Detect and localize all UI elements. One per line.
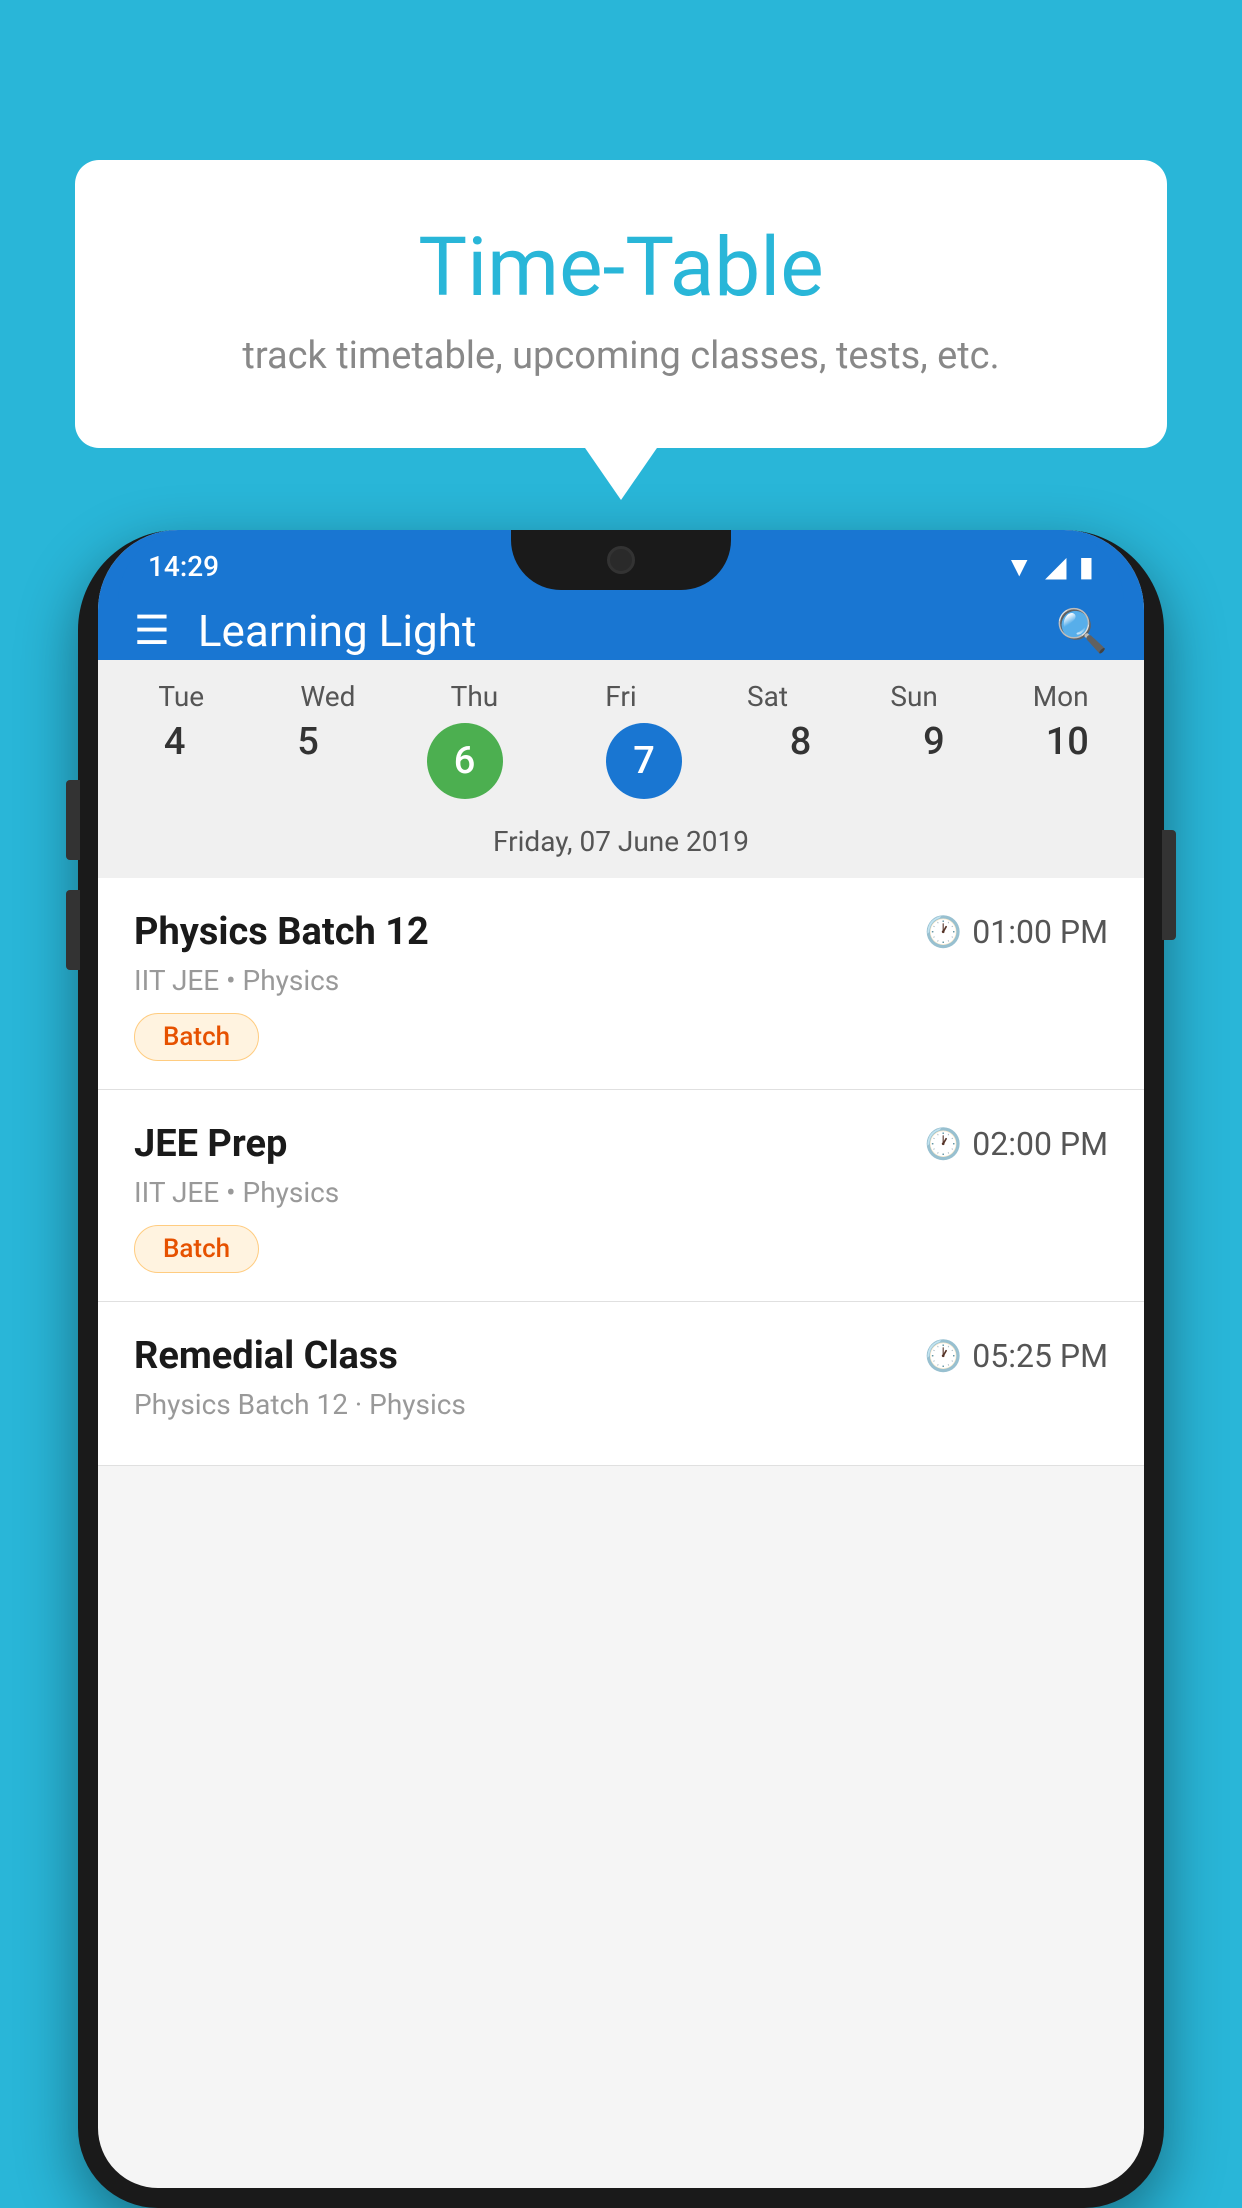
schedule-item-1-time-value: 01:00 PM — [972, 913, 1108, 951]
schedule-item-3-title: Remedial Class — [134, 1334, 398, 1378]
day-7-selected[interactable]: 7 — [606, 723, 682, 799]
speech-bubble-title: Time-Table — [155, 220, 1087, 316]
volume-down-button[interactable] — [66, 890, 80, 970]
speech-bubble-subtitle: track timetable, upcoming classes, tests… — [155, 334, 1087, 378]
speech-bubble: Time-Table track timetable, upcoming cla… — [75, 160, 1167, 448]
schedule-item-1-header: Physics Batch 12 🕐 01:00 PM — [134, 910, 1108, 954]
clock-icon-1: 🕐 — [925, 915, 962, 950]
phone-frame: 14:29 ▼ ◢ ▮ ☰ Learning Light 🔍 Tue Wed T… — [78, 530, 1164, 2208]
day-header-thu: Thu — [408, 680, 541, 713]
schedule-item-3-time: 🕐 05:25 PM — [925, 1337, 1108, 1375]
battery-icon: ▮ — [1079, 550, 1094, 583]
app-title: Learning Light — [198, 605, 1056, 657]
schedule-item-2-time-value: 02:00 PM — [972, 1125, 1108, 1163]
day-header-sun: Sun — [847, 680, 980, 713]
hamburger-icon[interactable]: ☰ — [134, 611, 170, 651]
day-5[interactable]: 5 — [241, 723, 374, 799]
day-10[interactable]: 10 — [1001, 723, 1134, 799]
clock-icon-2: 🕐 — [925, 1127, 962, 1162]
schedule-item-3[interactable]: Remedial Class 🕐 05:25 PM Physics Batch … — [98, 1302, 1144, 1466]
schedule-item-3-time-value: 05:25 PM — [972, 1337, 1108, 1375]
schedule-item-3-subtitle: Physics Batch 12 · Physics — [134, 1388, 1108, 1421]
day-header-tue: Tue — [115, 680, 248, 713]
batch-badge-1: Batch — [134, 1013, 259, 1061]
schedule-item-2-header: JEE Prep 🕐 02:00 PM — [134, 1122, 1108, 1166]
day-9[interactable]: 9 — [867, 723, 1000, 799]
day-6-today[interactable]: 6 — [427, 723, 503, 799]
wifi-icon: ▼ — [1005, 550, 1033, 583]
status-time: 14:29 — [148, 550, 219, 583]
calendar-strip: Tue Wed Thu Fri Sat Sun Mon 4 5 6 7 8 9 … — [98, 660, 1144, 878]
volume-up-button[interactable] — [66, 780, 80, 860]
phone-screen: 14:29 ▼ ◢ ▮ ☰ Learning Light 🔍 Tue Wed T… — [98, 530, 1144, 2188]
day-numbers: 4 5 6 7 8 9 10 — [108, 723, 1134, 817]
day-4[interactable]: 4 — [108, 723, 241, 799]
schedule-item-1-title: Physics Batch 12 — [134, 910, 429, 954]
day-headers: Tue Wed Thu Fri Sat Sun Mon — [108, 680, 1134, 723]
schedule-item-1-time: 🕐 01:00 PM — [925, 913, 1108, 951]
day-header-mon: Mon — [994, 680, 1127, 713]
clock-icon-3: 🕐 — [925, 1339, 962, 1374]
schedule-item-2-title: JEE Prep — [134, 1122, 287, 1166]
camera-lens — [607, 546, 635, 574]
schedule-item-2-time: 🕐 02:00 PM — [925, 1125, 1108, 1163]
schedule-list: Physics Batch 12 🕐 01:00 PM IIT JEE • Ph… — [98, 878, 1144, 1466]
batch-badge-2: Batch — [134, 1225, 259, 1273]
schedule-item-2-subtitle: IIT JEE • Physics — [134, 1176, 1108, 1209]
search-icon[interactable]: 🔍 — [1056, 607, 1108, 656]
day-header-wed: Wed — [261, 680, 394, 713]
schedule-item-2[interactable]: JEE Prep 🕐 02:00 PM IIT JEE • Physics Ba… — [98, 1090, 1144, 1302]
schedule-item-1[interactable]: Physics Batch 12 🕐 01:00 PM IIT JEE • Ph… — [98, 878, 1144, 1090]
power-button[interactable] — [1162, 830, 1176, 940]
day-8[interactable]: 8 — [734, 723, 867, 799]
day-header-fri: Fri — [554, 680, 687, 713]
signal-icon: ◢ — [1045, 550, 1067, 583]
phone-notch — [511, 530, 731, 590]
status-icons: ▼ ◢ ▮ — [1005, 550, 1094, 583]
day-header-sat: Sat — [701, 680, 834, 713]
calendar-date-label: Friday, 07 June 2019 — [108, 817, 1134, 878]
schedule-item-3-header: Remedial Class 🕐 05:25 PM — [134, 1334, 1108, 1378]
schedule-item-1-subtitle: IIT JEE • Physics — [134, 964, 1108, 997]
